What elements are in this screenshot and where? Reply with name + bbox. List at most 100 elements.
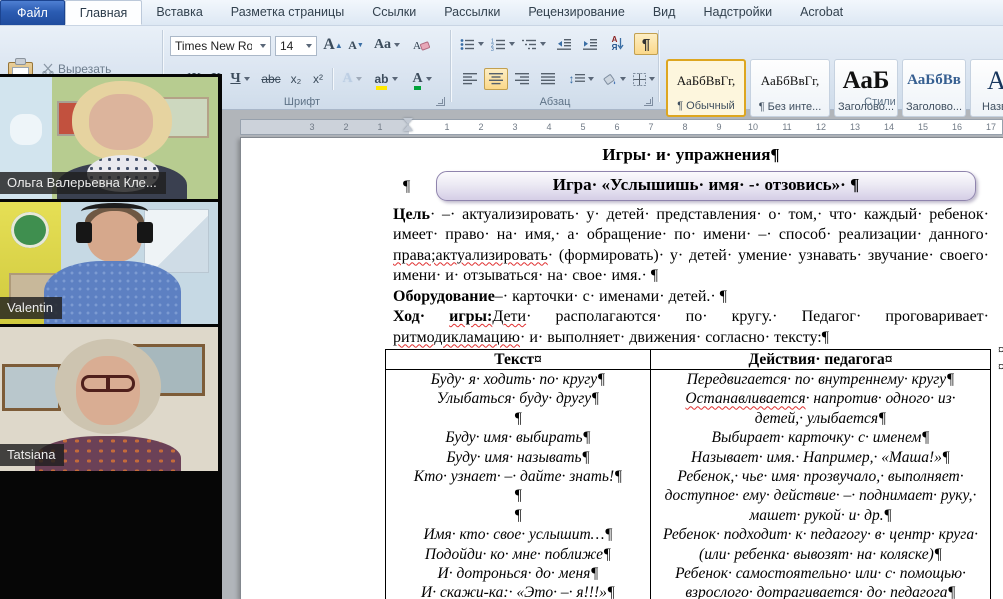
borders-button[interactable] <box>630 68 658 90</box>
font-group-label: Шрифт <box>262 96 342 108</box>
indent-marker[interactable] <box>403 118 413 128</box>
ribbon-tab[interactable]: Рецензирование <box>514 0 639 25</box>
style-sample: АаБ <box>843 60 890 101</box>
table-line: И· скажи-ка:· «Это· –· я!!!»¶ <box>386 583 650 599</box>
ruler-number: 15 <box>906 121 940 134</box>
style-card[interactable]: АаБбВвГг, ¶ Обычный <box>666 59 746 117</box>
paragraph-equipment: Оборудование–· карточки· с· именами· дет… <box>393 287 989 308</box>
table-line: Улыбаться· буду· другу¶ <box>386 389 650 408</box>
underline-button[interactable]: Ч <box>226 68 254 90</box>
font-color-swatch <box>414 86 420 90</box>
style-sample: АаБбВвГг, <box>761 60 820 101</box>
table-line: Имя· кто· свое· услышит…¶ <box>386 525 650 544</box>
ruler-number: 4 <box>532 121 566 134</box>
ribbon-tab[interactable]: Файл <box>0 0 65 25</box>
paragraph-group-label: Абзац <box>515 96 595 108</box>
eraser-icon: А <box>412 38 430 52</box>
ribbon-tab[interactable]: Главная <box>65 0 143 25</box>
justify-button[interactable] <box>536 68 560 90</box>
shading-button[interactable] <box>600 68 628 90</box>
indent-icon <box>583 38 598 51</box>
table-line: Ребенок,· чье· имя· прозвучало,· выполня… <box>651 467 990 486</box>
font-name-combo[interactable]: Times New Roman <box>170 36 271 56</box>
ribbon-tab[interactable]: Надстройки <box>689 0 786 25</box>
align-right-icon <box>515 73 529 85</box>
ribbon-tab[interactable]: Ссылки <box>358 0 430 25</box>
ribbon-tab[interactable]: Разметка страницы <box>217 0 358 25</box>
ruler-number: 13 <box>838 121 872 134</box>
align-left-button[interactable] <box>458 68 482 90</box>
align-center-button[interactable] <box>484 68 508 90</box>
content-table: Текст¤ Действия· педагога¤ Буду· я· ходи… <box>385 349 991 599</box>
multilevel-list-icon <box>522 38 537 51</box>
increase-indent-button[interactable] <box>578 33 602 55</box>
clear-formatting-button[interactable]: А <box>408 34 434 56</box>
style-card[interactable]: АаБ Заголово... <box>834 59 898 117</box>
ribbon-tab[interactable]: Acrobat <box>786 0 857 25</box>
chevron-down-icon <box>306 44 312 48</box>
bullet-list-icon <box>460 38 475 51</box>
ribbon-tab[interactable]: Вставка <box>142 0 216 25</box>
numbering-button[interactable]: 123 <box>489 33 517 55</box>
bullets-button[interactable] <box>458 33 486 55</box>
subscript-button[interactable]: x₂ <box>286 68 306 90</box>
change-case-button[interactable]: Аа <box>372 34 402 56</box>
font-dialog-launcher[interactable] <box>436 97 445 106</box>
superscript-button[interactable]: x² <box>308 68 328 90</box>
paragraph-dialog-launcher[interactable] <box>644 97 653 106</box>
paragraph-goal: Цель· –· актуализировать· у· детей· пред… <box>393 205 989 287</box>
table-line: Буду· имя· выбирать¶ <box>386 428 650 447</box>
end-of-row-marks: ¤¤ <box>998 341 1003 375</box>
ribbon-tab[interactable]: Вид <box>639 0 690 25</box>
font-color-button[interactable]: А <box>406 68 438 90</box>
line-spacing-button[interactable]: ↕ <box>566 68 596 90</box>
chevron-down-icon <box>260 44 266 48</box>
text-effects-button[interactable]: А <box>338 68 366 90</box>
ribbon-tab[interactable]: Рассылки <box>430 0 514 25</box>
ruler-number: 5 <box>566 121 600 134</box>
decrease-indent-button[interactable] <box>552 33 576 55</box>
table-cell-text: Буду· я· ходить· по· кругу¶Улыбаться· бу… <box>386 370 651 599</box>
video-tile[interactable]: Tatsiana <box>0 327 218 471</box>
table-line: Подойди· ко· мне· поближе¶ <box>386 545 650 564</box>
align-center-icon <box>489 73 503 85</box>
table-line: Кто· узнает· –· дайте· знать!¶ <box>386 467 650 486</box>
align-right-button[interactable] <box>510 68 534 90</box>
highlight-color-button[interactable]: ab <box>370 68 402 90</box>
multilevel-list-button[interactable] <box>520 33 548 55</box>
strikethrough-button[interactable]: abc <box>258 68 284 90</box>
chevron-down-icon <box>392 77 398 81</box>
video-tile[interactable]: Ольга Валерьевна Кле... <box>0 77 218 199</box>
sort-button[interactable]: АЯ <box>606 33 630 55</box>
shrink-font-button[interactable]: А▼ <box>346 34 366 56</box>
table-line: Буду· я· ходить· по· кругу¶ <box>386 370 650 389</box>
ruler-number: 6 <box>600 121 634 134</box>
table-header-actions: Действия· педагога¤ <box>651 350 990 369</box>
document-page[interactable]: Игры· и· упражнения¶ ¶ Игра· «Услышишь· … <box>240 137 1003 599</box>
table-line: машет· рукой· и· др.¶ <box>651 506 990 525</box>
paragraph-game-flow: Ход· игры:Дети· располагаются· по· кругу… <box>393 307 989 348</box>
document-text: Игры· и· упражнения¶ ¶ Игра· «Услышишь· … <box>393 145 989 599</box>
table-header-row: Текст¤ Действия· педагога¤ <box>386 350 990 370</box>
styles-group-label: Стили <box>840 96 920 108</box>
style-card[interactable]: АаБбВвГг, ¶ Без инте... <box>750 59 830 117</box>
table-cell-actions: Передвигается· по· внутреннему· кругу¶Ос… <box>651 370 990 599</box>
style-card[interactable]: Аа Назва... <box>970 59 1003 117</box>
wall-picture <box>2 364 61 410</box>
table-line: Называет· имя.· Например,· «Маша!»¶ <box>651 448 990 467</box>
table-line: ¶ <box>386 506 650 525</box>
lines-icon <box>575 73 585 85</box>
font-size-combo[interactable]: 14 <box>275 36 317 56</box>
grow-font-button[interactable]: А▲ <box>322 34 344 56</box>
group-separator <box>658 30 659 102</box>
horizontal-ruler[interactable]: 321 1234567891011121314151617 <box>240 119 1003 135</box>
participant-name: Tatsiana <box>7 447 55 462</box>
style-card[interactable]: АаБбВв Заголово... <box>902 59 966 117</box>
ruler-number: 7 <box>634 121 668 134</box>
participant-name-label: Ольга Валерьевна Кле... <box>0 172 166 194</box>
ruler-number: 2 <box>464 121 498 134</box>
show-formatting-marks-toggle[interactable]: ¶ <box>634 33 658 55</box>
table-line: Останавливается· напротив· одного· из· <box>651 389 990 408</box>
chevron-down-icon <box>394 43 400 47</box>
video-tile[interactable]: Valentin <box>0 202 218 324</box>
